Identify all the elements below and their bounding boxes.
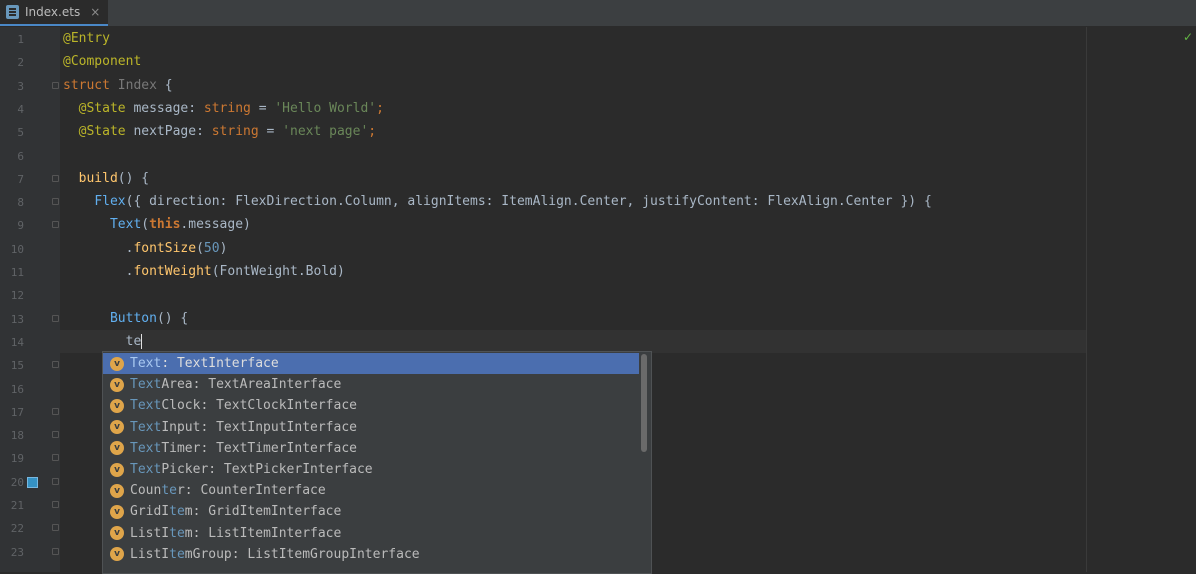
code-line-8: Flex({ direction: FlexDirection.Column, … xyxy=(94,194,932,210)
code-line-2: @Component xyxy=(63,54,142,70)
completion-item-label: TextArea: TextAreaInterface xyxy=(130,377,342,393)
file-icon xyxy=(6,5,19,19)
completion-item[interactable]: v TextTimer: TextTimerInterface xyxy=(103,438,639,459)
completion-item[interactable]: v ListItemGroup: ListItemGroupInterface xyxy=(103,544,639,565)
completion-kind-icon: v xyxy=(110,526,124,541)
completion-scrollbar[interactable] xyxy=(641,354,647,452)
code-line-11: .fontWeight(FontWeight.Bold) xyxy=(125,264,345,279)
completion-item-label: Counter: CounterInterface xyxy=(130,483,326,499)
completion-item-label: TextInput: TextInputInterface xyxy=(130,419,357,435)
completion-item-label: Text: TextInterface xyxy=(130,356,279,372)
fold-marker-icon[interactable] xyxy=(52,198,59,206)
code-line-5: @State nextPage: string = 'next page'; xyxy=(78,124,377,140)
completion-item-label: ListItem: ListItemInterface xyxy=(130,525,342,541)
completion-item[interactable]: v Counter: CounterInterface xyxy=(103,480,639,501)
line-number: 3 xyxy=(17,79,24,93)
editor-tab-bar: Index.ets × xyxy=(0,0,1196,27)
text-caret xyxy=(141,333,143,349)
completion-item[interactable]: v ListItem: ListItemInterface xyxy=(103,523,639,544)
fold-marker-icon[interactable] xyxy=(52,477,59,485)
line-number: 10 xyxy=(10,242,24,256)
completion-item[interactable]: v Text: TextInterface xyxy=(103,353,639,375)
completion-kind-icon: v xyxy=(110,547,124,562)
completion-item-label: TextTimer: TextTimerInterface xyxy=(130,440,357,456)
code-line-13: Button() { xyxy=(109,310,189,326)
fold-marker-icon[interactable] xyxy=(52,524,59,532)
completion-kind-icon: v xyxy=(110,420,124,435)
completion-kind-icon: v xyxy=(110,483,124,498)
completion-item-label: TextPicker: TextPickerInterface xyxy=(130,462,373,478)
code-completion-popup[interactable]: v Text: TextInterface v TextArea: TextAreaI… xyxy=(102,351,652,574)
completion-kind-icon: v xyxy=(110,356,124,371)
code-line-4: @State message: string = 'Hello World'; xyxy=(78,100,384,116)
fold-marker-icon[interactable] xyxy=(52,501,59,508)
completion-kind-icon: v xyxy=(110,377,124,392)
line-number: 18 xyxy=(10,429,24,443)
code-line-7: build() { xyxy=(78,170,150,186)
inspection-ok-icon[interactable]: ✓ xyxy=(1183,30,1193,44)
line-number: 13 xyxy=(10,312,24,326)
line-number: 22 xyxy=(10,522,24,536)
completion-item[interactable]: v TextClock: TextClockInterface xyxy=(103,395,639,416)
fold-marker-icon[interactable] xyxy=(52,81,59,89)
completion-item[interactable]: v GridItem: GridItemInterface xyxy=(103,501,639,522)
line-number: 14 xyxy=(10,335,24,349)
line-number-gutter: 1 2 3 4 5 6 7 8 9 10 11 12 13 14 15 16 17 18 19 20 21 22 23 xyxy=(0,27,60,572)
fold-marker-icon[interactable] xyxy=(52,361,59,369)
code-line-14: te xyxy=(125,333,143,349)
completion-item-label: TextClock: TextClockInterface xyxy=(130,398,357,414)
bookmark-icon[interactable] xyxy=(27,477,38,488)
line-number: 4 xyxy=(17,102,24,116)
line-number: 9 xyxy=(17,219,24,233)
line-number: 19 xyxy=(10,452,24,466)
fold-marker-icon[interactable] xyxy=(52,454,59,462)
completion-item[interactable]: v TextArea: TextAreaInterface xyxy=(103,374,639,395)
line-number: 16 xyxy=(10,382,24,396)
line-number: 2 xyxy=(17,56,24,70)
completion-kind-icon: v xyxy=(110,398,124,413)
line-number: 23 xyxy=(10,545,24,559)
right-margin-guide xyxy=(1086,27,1087,572)
line-number: 5 xyxy=(17,126,24,140)
code-line-9: Text(this.message) xyxy=(109,217,251,233)
code-line-10: .fontSize(50) xyxy=(125,240,228,256)
line-number: 11 xyxy=(10,266,24,279)
line-number: 15 xyxy=(10,359,24,373)
completion-item-label: ListItemGroup: ListItemGroupInterface xyxy=(130,546,420,562)
fold-marker-icon[interactable] xyxy=(52,221,59,229)
line-number: 7 xyxy=(17,172,24,186)
fold-marker-icon[interactable] xyxy=(52,314,59,322)
completion-kind-icon: v xyxy=(110,462,124,477)
tab-label: Index.ets xyxy=(25,5,81,19)
completion-item-label: GridItem: GridItemInterface xyxy=(130,504,342,520)
close-icon[interactable]: × xyxy=(90,5,100,19)
line-number: 12 xyxy=(10,289,24,303)
completion-item[interactable]: v TextPicker: TextPickerInterface xyxy=(103,459,639,480)
fold-marker-icon[interactable] xyxy=(52,174,59,182)
line-number: 6 xyxy=(17,149,24,163)
fold-marker-icon[interactable] xyxy=(52,547,59,555)
completion-item[interactable]: v TextInput: TextInputInterface xyxy=(103,417,639,438)
tab-index-ets[interactable]: Index.ets × xyxy=(0,0,108,26)
line-number: 17 xyxy=(10,405,24,419)
fold-marker-icon[interactable] xyxy=(52,407,59,415)
line-number: 20 xyxy=(10,475,24,489)
line-number: 8 xyxy=(17,196,24,210)
code-line-1: @Entry xyxy=(63,31,110,46)
completion-kind-icon: v xyxy=(110,441,124,456)
line-number: 1 xyxy=(17,33,24,46)
completion-kind-icon: v xyxy=(110,504,124,519)
fold-marker-icon[interactable] xyxy=(52,431,59,439)
line-number: 21 xyxy=(10,499,24,512)
code-line-3: struct Index { xyxy=(63,77,173,93)
